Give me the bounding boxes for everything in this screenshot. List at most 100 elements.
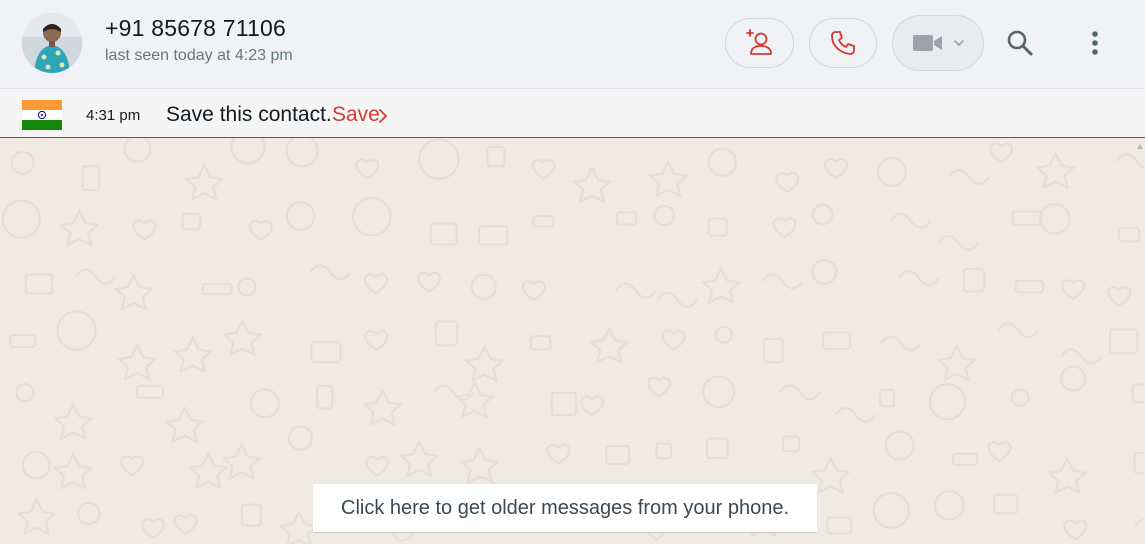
wallpaper-doodle	[187, 451, 229, 490]
wallpaper-doodle	[355, 158, 380, 180]
wallpaper-doodle	[417, 271, 441, 293]
wallpaper-doodle	[605, 445, 631, 465]
wallpaper-doodle	[365, 456, 389, 477]
wallpaper-doodle	[1131, 383, 1145, 404]
wallpaper-doodle	[1116, 153, 1145, 169]
wallpaper-doodle	[811, 258, 838, 285]
wallpaper-doodle	[1039, 203, 1071, 235]
wallpaper-doodle	[824, 158, 848, 180]
wallpaper-doodle	[164, 405, 205, 444]
wallpaper-doodle	[429, 222, 458, 246]
wallpaper-doodle	[762, 337, 784, 364]
wallpaper-doodle	[464, 344, 505, 383]
voice-call-button[interactable]	[809, 18, 877, 68]
wallpaper-doodle	[648, 159, 689, 198]
wallpaper-doodle	[779, 384, 821, 401]
scroll-up-arrow[interactable]	[1137, 144, 1143, 149]
wallpaper-doodle	[589, 326, 630, 365]
get-older-messages-button[interactable]: Click here to get older messages from yo…	[313, 484, 817, 532]
india-flag-icon	[22, 100, 62, 130]
wallpaper-doodle	[826, 516, 853, 535]
wallpaper-doodle	[707, 147, 737, 177]
wallpaper-doodle	[141, 518, 165, 539]
wallpaper-doodle	[24, 273, 54, 295]
wallpaper-doodle	[136, 384, 165, 399]
wallpaper-doodle	[872, 492, 910, 529]
wallpaper-doodle	[310, 341, 342, 364]
wallpaper-doodle	[879, 388, 896, 408]
wallpaper-doodle	[653, 204, 676, 227]
wallpaper-doodle	[116, 342, 158, 382]
wallpaper-doodle	[928, 383, 967, 421]
wallpaper-doodle	[9, 333, 37, 349]
add-contact-button[interactable]	[725, 18, 794, 68]
wallpaper-doodle	[661, 329, 686, 351]
video-call-button[interactable]	[892, 15, 984, 71]
wallpaper-doodle	[21, 450, 51, 480]
wallpaper-doodle	[810, 455, 851, 495]
wallpaper-doodle	[775, 172, 800, 194]
wallpaper-doodle	[772, 217, 797, 239]
wallpaper-doodle	[172, 335, 214, 374]
chevron-right-icon[interactable]	[378, 109, 388, 123]
wallpaper-doodle	[113, 272, 154, 312]
wallpaper-doodle	[532, 215, 555, 228]
wallpaper-doodle	[477, 225, 509, 246]
wallpaper-doodle	[531, 159, 556, 180]
wallpaper-doodle	[529, 335, 552, 351]
wallpaper-doodle	[418, 138, 460, 180]
contact-avatar[interactable]	[22, 13, 82, 73]
search-button[interactable]	[999, 22, 1041, 64]
wallpaper-doodle	[707, 217, 728, 237]
wallpaper-doodle	[782, 435, 801, 452]
wallpaper-doodle	[59, 208, 100, 247]
wallpaper-doodle	[952, 452, 979, 466]
wallpaper-doodle	[546, 443, 571, 465]
wallpaper-doodle	[822, 331, 852, 350]
wallpaper-doodle	[580, 395, 604, 417]
wallpaper-doodle	[132, 219, 157, 241]
wallpaper-doodle	[434, 320, 459, 347]
wallpaper-doodle	[81, 165, 101, 191]
wallpaper-doodle	[398, 439, 440, 478]
wallpaper-doodle	[1117, 226, 1141, 243]
wallpaper-doodle	[948, 169, 990, 186]
wallpaper-doodle	[16, 497, 57, 536]
wallpaper-doodle	[362, 388, 403, 427]
save-contact-link[interactable]: Save	[332, 103, 380, 127]
wallpaper-doodle	[287, 425, 314, 451]
wallpaper-doodle	[615, 211, 638, 226]
wallpaper-doodle	[77, 501, 101, 526]
wallpaper-doodle	[656, 291, 699, 308]
wallpaper-doodle	[278, 509, 320, 544]
chat-header: +91 85678 71106 last seen today at 4:23 …	[0, 0, 1145, 89]
wallpaper-doodle	[1134, 518, 1145, 528]
menu-button[interactable]	[1074, 22, 1116, 64]
wallpaper-doodle	[1011, 210, 1043, 226]
wallpaper-doodle	[761, 273, 804, 290]
wallpaper-doodle	[363, 273, 388, 295]
wallpaper-doodle	[237, 277, 257, 297]
wallpaper-doodle	[937, 234, 980, 251]
avatar-photo-icon	[22, 13, 82, 73]
wallpaper-doodle	[15, 383, 35, 403]
chat-messages-area[interactable]: Click here to get older messages from yo…	[0, 138, 1145, 544]
wallpaper-doodle	[316, 385, 334, 410]
wallpaper-doodle	[352, 196, 392, 237]
wallpaper-doodle	[1060, 365, 1087, 392]
phone-icon	[831, 31, 855, 55]
wallpaper-doodle	[470, 273, 497, 301]
wallpaper-doodle	[249, 220, 273, 241]
wallpaper-doodle	[52, 451, 94, 490]
wallpaper-doodle	[1, 199, 41, 239]
search-icon	[1007, 30, 1033, 56]
contact-name[interactable]: +91 85678 71106	[105, 15, 286, 42]
wallpaper-doodle	[309, 264, 352, 281]
wallpaper-doodle	[889, 212, 932, 229]
wallpaper-doodle	[655, 442, 673, 460]
wallpaper-doodle	[1035, 151, 1076, 190]
wallpaper-doodle	[181, 212, 202, 231]
wallpaper-doodle	[647, 377, 672, 398]
wallpaper-doodle	[432, 384, 475, 401]
wallpaper-doodle	[811, 203, 834, 226]
